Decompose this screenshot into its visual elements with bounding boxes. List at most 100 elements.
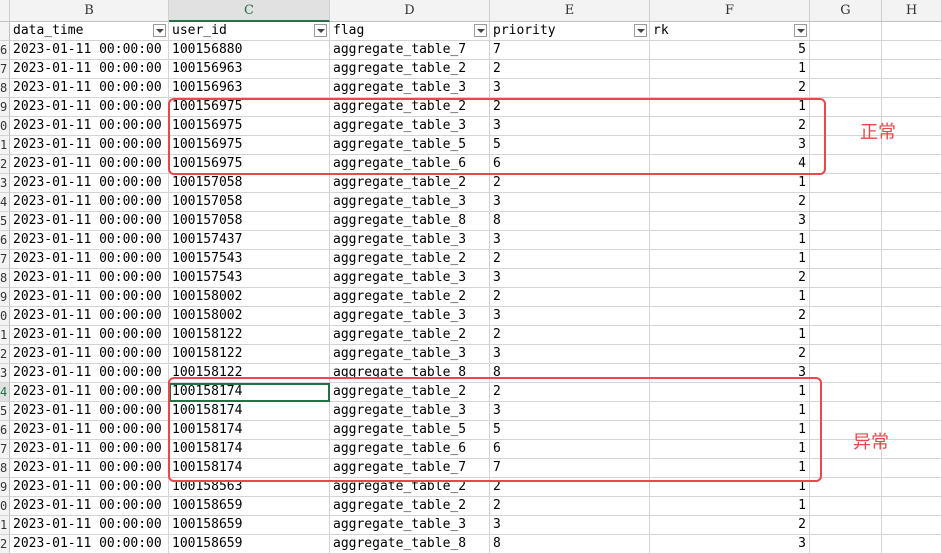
empty-cell[interactable] [810,98,882,117]
priority-cell[interactable]: 3 [490,307,650,326]
data-time-cell[interactable]: 2023-01-11 00:00:00 [10,117,169,136]
user-id-cell[interactable]: 100157543 [169,250,330,269]
flag-cell[interactable]: aggregate_table_8 [330,364,490,383]
user-id-cell[interactable]: 100158122 [169,326,330,345]
rk-cell[interactable]: 1 [650,440,810,459]
filter-dropdown-icon[interactable] [794,24,807,37]
rk-cell[interactable]: 2 [650,307,810,326]
data-time-cell[interactable]: 2023-01-11 00:00:00 [10,193,169,212]
flag-cell[interactable]: aggregate_table_3 [330,117,490,136]
empty-cell[interactable] [882,326,942,345]
data-time-cell[interactable]: 2023-01-11 00:00:00 [10,136,169,155]
rk-cell[interactable]: 3 [650,364,810,383]
priority-cell[interactable]: 2 [490,383,650,402]
flag-cell[interactable]: aggregate_table_3 [330,79,490,98]
data-time-cell[interactable]: 2023-01-11 00:00:00 [10,326,169,345]
priority-cell[interactable]: 6 [490,440,650,459]
empty-cell[interactable] [882,79,942,98]
column-header-d[interactable]: D [330,0,490,22]
user-id-cell[interactable]: 100156963 [169,79,330,98]
user-id-cell[interactable]: 100156963 [169,60,330,79]
user-id-cell[interactable]: 100157058 [169,174,330,193]
empty-cell[interactable] [810,79,882,98]
flag-cell[interactable]: aggregate_table_2 [330,174,490,193]
priority-cell[interactable]: 8 [490,364,650,383]
empty-cell[interactable] [882,212,942,231]
data-time-cell[interactable]: 2023-01-11 00:00:00 [10,345,169,364]
empty-cell[interactable] [810,41,882,60]
empty-cell[interactable] [882,516,942,535]
empty-cell[interactable] [882,459,942,478]
flag-cell[interactable]: aggregate_table_3 [330,231,490,250]
empty-cell[interactable] [810,60,882,79]
empty-cell[interactable] [882,60,942,79]
priority-cell[interactable]: 3 [490,193,650,212]
column-header-e[interactable]: E [490,0,650,22]
row-header[interactable]: 5 [0,402,10,421]
data-time-cell[interactable]: 2023-01-11 00:00:00 [10,79,169,98]
priority-cell[interactable]: 5 [490,421,650,440]
empty-cell[interactable] [882,41,942,60]
empty-cell[interactable] [882,421,942,440]
flag-cell[interactable]: aggregate_table_8 [330,212,490,231]
data-time-cell[interactable]: 2023-01-11 00:00:00 [10,212,169,231]
priority-cell[interactable]: 2 [490,250,650,269]
data-time-cell[interactable]: 2023-01-11 00:00:00 [10,269,169,288]
flag-cell[interactable]: aggregate_table_8 [330,535,490,554]
data-time-cell[interactable]: 2023-01-11 00:00:00 [10,250,169,269]
field-header-flag[interactable]: flag [330,22,490,41]
empty-cell[interactable] [882,98,942,117]
filter-dropdown-icon[interactable] [153,24,166,37]
field-header-user-id[interactable]: user_id [169,22,330,41]
empty-cell[interactable] [882,155,942,174]
user-id-cell[interactable]: 100158659 [169,516,330,535]
column-header-b[interactable]: B [10,0,169,22]
rk-cell[interactable]: 3 [650,136,810,155]
user-id-cell[interactable]: 100157058 [169,212,330,231]
priority-cell[interactable]: 3 [490,516,650,535]
data-time-cell[interactable]: 2023-01-11 00:00:00 [10,478,169,497]
column-header-c[interactable]: C [169,0,330,22]
row-header[interactable]: 6 [0,421,10,440]
user-id-cell[interactable]: 100158659 [169,535,330,554]
data-time-cell[interactable]: 2023-01-11 00:00:00 [10,516,169,535]
data-time-cell[interactable]: 2023-01-11 00:00:00 [10,497,169,516]
priority-cell[interactable]: 2 [490,326,650,345]
rk-cell[interactable]: 1 [650,60,810,79]
select-all-corner[interactable] [0,0,10,22]
rk-cell[interactable]: 4 [650,155,810,174]
flag-cell[interactable]: aggregate_table_2 [330,383,490,402]
data-time-cell[interactable]: 2023-01-11 00:00:00 [10,421,169,440]
user-id-cell[interactable]: 100158122 [169,345,330,364]
filter-dropdown-icon[interactable] [634,24,647,37]
empty-cell[interactable] [882,231,942,250]
flag-cell[interactable]: aggregate_table_6 [330,440,490,459]
rk-cell[interactable]: 2 [650,345,810,364]
user-id-cell[interactable]: 100158174 [169,402,330,421]
data-time-cell[interactable]: 2023-01-11 00:00:00 [10,307,169,326]
priority-cell[interactable]: 6 [490,155,650,174]
user-id-cell[interactable]: 100157437 [169,231,330,250]
user-id-cell[interactable]: 100158659 [169,497,330,516]
row-header[interactable]: 0 [0,117,10,136]
flag-cell[interactable]: aggregate_table_5 [330,421,490,440]
column-header-g[interactable]: G [810,0,882,22]
empty-cell[interactable] [810,307,882,326]
empty-cell[interactable] [882,497,942,516]
priority-cell[interactable]: 7 [490,459,650,478]
filter-dropdown-icon[interactable] [474,24,487,37]
field-header-priority[interactable]: priority [490,22,650,41]
empty-cell[interactable] [882,193,942,212]
flag-cell[interactable]: aggregate_table_2 [330,497,490,516]
empty-cell[interactable] [810,174,882,193]
user-id-cell[interactable]: 100158174 [169,440,330,459]
row-header[interactable]: 7 [0,60,10,79]
row-header[interactable]: 0 [0,497,10,516]
data-time-cell[interactable]: 2023-01-11 00:00:00 [10,60,169,79]
priority-cell[interactable]: 3 [490,269,650,288]
column-header-h[interactable]: H [882,0,942,22]
empty-cell[interactable] [882,250,942,269]
row-header[interactable] [0,22,10,41]
rk-cell[interactable]: 1 [650,459,810,478]
priority-cell[interactable]: 2 [490,98,650,117]
